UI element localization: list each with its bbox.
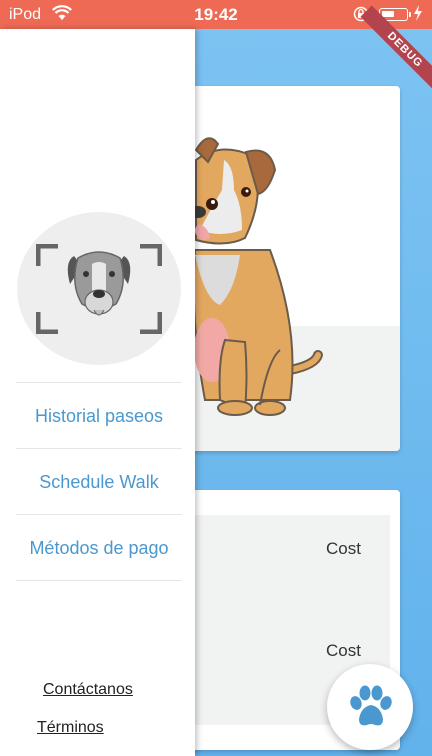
menu-item-metodos-de-pago[interactable]: Métodos de pago [16, 515, 182, 581]
menu-item-schedule-walk[interactable]: Schedule Walk [16, 449, 182, 515]
cost-label: Cost [326, 539, 361, 558]
navigation-drawer: Historial paseos Schedule Walk Métodos d… [0, 29, 195, 756]
dog-face-scan-icon [36, 243, 162, 334]
charging-bolt-icon [413, 5, 423, 26]
paw-fab-button[interactable] [327, 664, 413, 750]
paw-icon [350, 685, 392, 726]
menu-item-historial-paseos[interactable]: Historial paseos [16, 383, 182, 449]
terms-link[interactable]: Términos [37, 719, 104, 737]
avatar[interactable] [17, 212, 181, 365]
cost-label: Cost [326, 641, 361, 660]
contact-link[interactable]: Contáctanos [43, 681, 133, 699]
